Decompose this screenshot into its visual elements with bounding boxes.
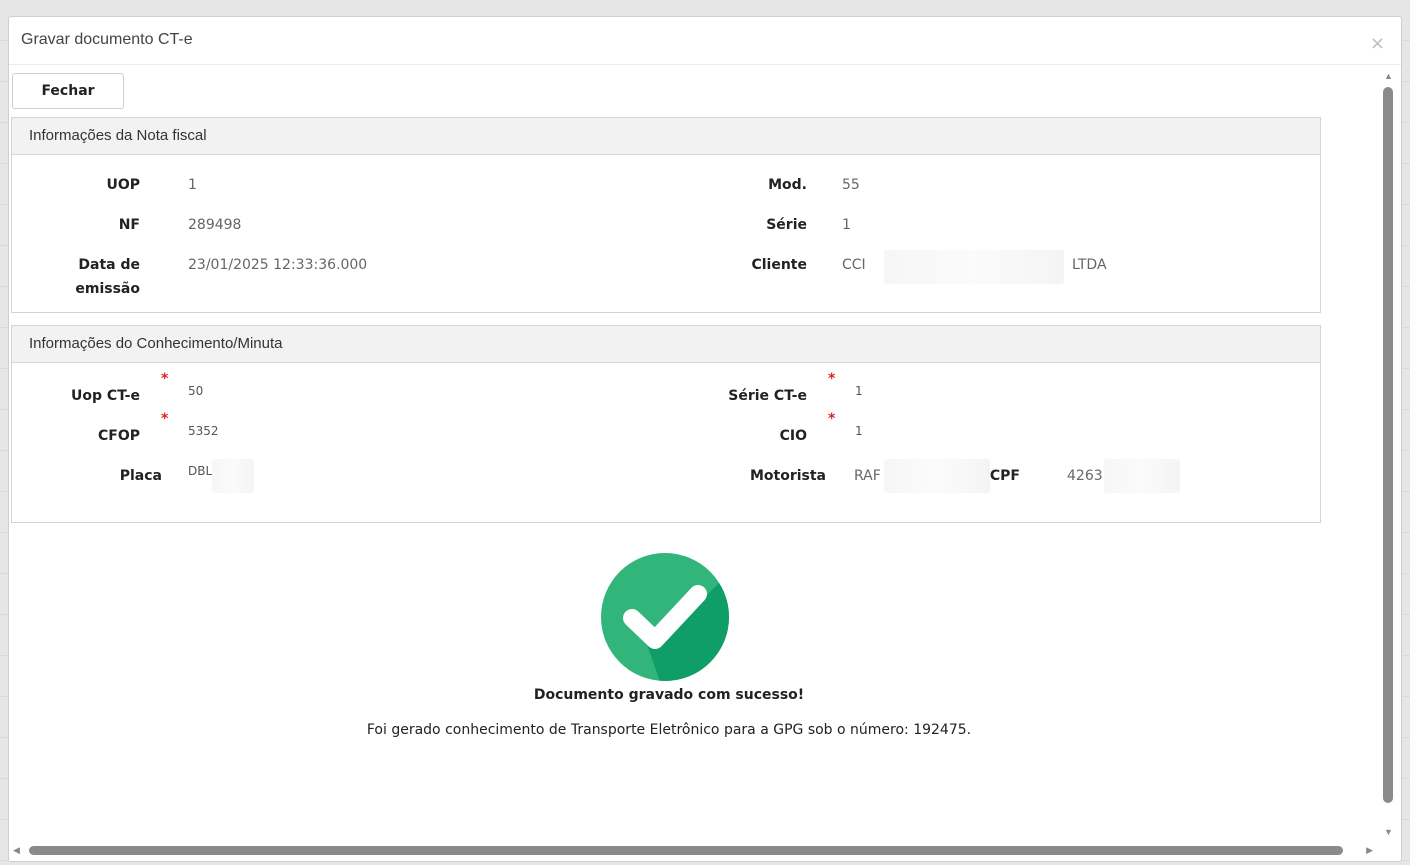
uop-cte-required-mark: * — [161, 371, 169, 387]
fechar-button[interactable]: Fechar — [12, 73, 124, 109]
mod-value: 55 — [842, 177, 860, 193]
cio-required-mark: * — [828, 411, 836, 427]
scroll-up-arrow-icon[interactable]: ▲ — [1384, 71, 1393, 81]
placa-label: Placa — [119, 468, 162, 484]
cpf-label: CPF — [989, 468, 1020, 484]
cfop-label: CFOP — [98, 428, 140, 444]
serie-cte-required-mark: * — [828, 371, 836, 387]
motorista-label: Motorista — [749, 468, 826, 484]
conhecimento-panel-title: Informações do Conhecimento/Minuta — [12, 326, 1320, 363]
serie-value: 1 — [842, 217, 851, 233]
serie-cte-label: Série CT-e — [728, 388, 807, 404]
success-message: Foi gerado conhecimento de Transporte El… — [366, 722, 972, 738]
cliente-value-start: CCI — [842, 257, 866, 273]
redacted-cpf — [1104, 459, 1180, 493]
data-emissao-label-line2: emissão — [75, 281, 140, 297]
conhecimento-panel: Informações do Conhecimento/Minuta Uop C… — [11, 325, 1321, 523]
cfop-value: 5352 — [188, 424, 219, 438]
scroll-left-arrow-icon[interactable]: ◀ — [13, 845, 20, 856]
cio-label: CIO — [779, 428, 807, 444]
data-emissao-value: 23/01/2025 12:33:36.000 — [188, 257, 368, 273]
uop-cte-label: Uop CT-e — [71, 388, 140, 404]
vertical-scrollbar[interactable]: ▲ ▼ — [1375, 65, 1401, 843]
success-check-icon — [601, 553, 729, 681]
placa-value: DBL — [188, 464, 213, 478]
vertical-scroll-thumb[interactable] — [1383, 87, 1393, 803]
cliente-label: Cliente — [751, 257, 807, 273]
redacted-placa — [212, 459, 254, 493]
gravar-cte-dialog: Gravar documento CT-e × Fechar Informaçõ… — [8, 16, 1402, 862]
redacted-cliente-name — [884, 250, 1064, 284]
nota-fiscal-panel-title: Informações da Nota fiscal — [12, 118, 1320, 155]
close-icon[interactable]: × — [1370, 33, 1385, 54]
scroll-right-arrow-icon[interactable]: ▶ — [1366, 845, 1373, 856]
scroll-down-arrow-icon[interactable]: ▼ — [1384, 827, 1393, 837]
dialog-title: Gravar documento CT-e — [21, 31, 193, 48]
serie-label: Série — [766, 217, 807, 233]
success-title: Documento gravado com sucesso! — [533, 687, 805, 703]
dialog-titlebar: Gravar documento CT-e × — [9, 17, 1401, 65]
uop-label: UOP — [106, 177, 140, 193]
redacted-motorista — [884, 459, 990, 493]
nota-fiscal-panel: Informações da Nota fiscal UOP 1 NF 2894… — [11, 117, 1321, 313]
motorista-value: RAF — [854, 468, 881, 484]
dialog-content: Fechar Informações da Nota fiscal UOP 1 … — [9, 65, 1375, 843]
data-emissao-label-line1: Data de — [78, 257, 140, 273]
nf-label: NF — [118, 217, 140, 233]
uop-value: 1 — [188, 177, 197, 193]
horizontal-scroll-thumb[interactable] — [29, 846, 1343, 855]
cio-value: 1 — [855, 424, 863, 438]
serie-cte-value: 1 — [855, 384, 863, 398]
mod-label: Mod. — [768, 177, 807, 193]
cfop-required-mark: * — [161, 411, 169, 427]
nf-value: 289498 — [188, 217, 242, 233]
cpf-value: 4263 — [1067, 468, 1103, 484]
uop-cte-value: 50 — [188, 384, 204, 398]
cliente-value-end: LTDA — [1072, 257, 1107, 273]
horizontal-scrollbar[interactable]: ◀ ▶ — [9, 841, 1377, 861]
